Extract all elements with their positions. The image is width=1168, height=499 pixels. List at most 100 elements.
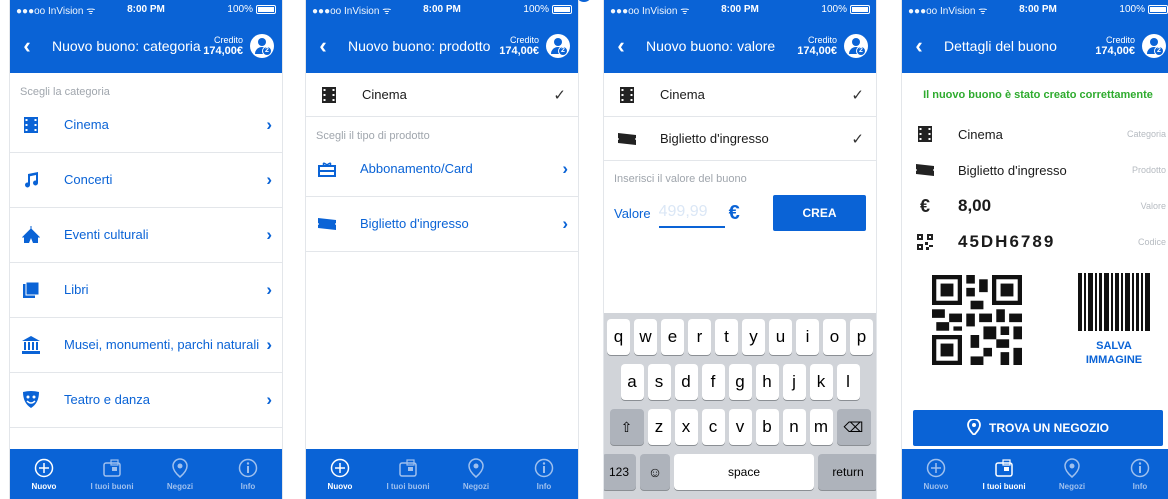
keyboard-row-4: 123 ☺ space return [604, 454, 876, 490]
key-j[interactable]: j [782, 364, 806, 400]
tab-label: Info [1132, 482, 1148, 491]
backspace-icon[interactable]: ⌫ [836, 409, 871, 445]
key-f[interactable]: f [701, 364, 725, 400]
category-item-cinema[interactable]: Cinema › [10, 98, 282, 153]
value-input[interactable] [658, 198, 725, 228]
key-w[interactable]: w [634, 319, 657, 355]
key-z[interactable]: z [647, 409, 671, 445]
tab-i-tuoi-buoni[interactable]: I tuoi buoni [374, 449, 442, 499]
account-icon[interactable]: 2 [1142, 34, 1166, 58]
value-entry-line: Valore € CREA [614, 195, 866, 231]
film-icon [22, 116, 40, 134]
account-icon[interactable]: 2 [250, 34, 274, 58]
shift-icon[interactable]: ⇧ [609, 409, 644, 445]
key-e[interactable]: e [661, 319, 684, 355]
status-carrier: ●●●oo InVision ᯤ [16, 5, 96, 17]
key-y[interactable]: y [742, 319, 765, 355]
key-d[interactable]: d [674, 364, 698, 400]
tab-nuovo[interactable]: Nuovo [902, 449, 970, 499]
key-h[interactable]: h [755, 364, 779, 400]
account-icon[interactable]: 2 [546, 34, 570, 58]
category-item-libri[interactable]: Libri › [10, 263, 282, 318]
detail-value: Biglietto d'ingresso [958, 162, 1067, 178]
tab-negozi[interactable]: Negozi [442, 449, 510, 499]
key-b[interactable]: b [755, 409, 779, 445]
status-bar: ●●●oo InVision ᯤ 8:00 PM 100% [306, 0, 578, 19]
tab-label: I tuoi buoni [982, 482, 1026, 491]
key-a[interactable]: a [620, 364, 644, 400]
tab-nuovo[interactable]: Nuovo [10, 449, 78, 499]
selected-category-label: Cinema [660, 87, 705, 102]
wallet-icon [397, 457, 419, 479]
key-t[interactable]: t [715, 319, 738, 355]
list-item-label: Concerti [64, 172, 113, 188]
plus-circle-icon [33, 457, 55, 479]
key-r[interactable]: r [688, 319, 711, 355]
key-o[interactable]: o [823, 319, 846, 355]
save-image-button[interactable]: SALVA IMMAGINE [1086, 339, 1142, 368]
museum-icon [22, 336, 40, 354]
account-badge: 2 [1154, 46, 1164, 56]
emoji-icon[interactable]: ☺ [640, 454, 670, 490]
tab-nuovo[interactable]: Nuovo [306, 449, 374, 499]
product-item-abbonamento[interactable]: Abbonamento/Card › [306, 142, 578, 197]
key-u[interactable]: u [769, 319, 792, 355]
key-c[interactable]: c [701, 409, 725, 445]
key-return[interactable]: return [818, 454, 876, 490]
battery-icon [552, 5, 572, 14]
key-space[interactable]: space [674, 454, 814, 490]
selected-category-row[interactable]: Cinema ✓ [604, 73, 876, 117]
back-chevron-icon[interactable]: ‹ [312, 31, 334, 61]
find-shop-button[interactable]: TROVA UN NEGOZIO [913, 410, 1163, 446]
back-chevron-icon[interactable]: ‹ [16, 31, 38, 61]
value-hint: Inserisci il valore del buono [614, 173, 747, 185]
crea-button[interactable]: CREA [773, 195, 866, 231]
selected-category-row[interactable]: Cinema ✓ [306, 73, 578, 117]
category-item-concerti[interactable]: Concerti › [10, 153, 282, 208]
tab-bar: Nuovo I tuoi buoni Negozi Info [902, 449, 1168, 499]
account-icon[interactable]: 2 [844, 34, 868, 58]
detail-key: Codice [1137, 237, 1166, 247]
key-q[interactable]: q [607, 319, 630, 355]
selected-product-row[interactable]: Biglietto d'ingresso ✓ [604, 117, 876, 161]
battery-percent: 100% [523, 4, 549, 15]
tab-negozi[interactable]: Negozi [146, 449, 214, 499]
status-bar: ●●●oo InVision ᯤ 8:00 PM 100% [604, 0, 876, 19]
back-chevron-icon[interactable]: ‹ [908, 31, 930, 61]
detail-value: 8,00 [958, 196, 992, 215]
back-chevron-icon[interactable]: ‹ [610, 31, 632, 61]
tab-info[interactable]: Info [510, 449, 578, 499]
tab-negozi[interactable]: Negozi [1038, 449, 1106, 499]
credit-balance: Credito 174,00€ [797, 35, 837, 57]
key-123[interactable]: 123 [604, 454, 636, 490]
tab-i-tuoi-buoni[interactable]: I tuoi buoni [970, 449, 1038, 499]
account-badge: 2 [262, 46, 272, 56]
key-m[interactable]: m [809, 409, 833, 445]
detail-row-categoria: Cinema Categoria [902, 116, 1168, 152]
status-battery: 100% [227, 4, 276, 15]
key-k[interactable]: k [809, 364, 833, 400]
key-s[interactable]: s [647, 364, 671, 400]
category-item-musei[interactable]: Musei, monumenti, parchi naturali › [10, 318, 282, 373]
category-item-teatro[interactable]: Teatro e danza › [10, 373, 282, 428]
tab-info[interactable]: Info [1106, 449, 1168, 499]
plus-circle-icon [925, 457, 947, 479]
key-v[interactable]: v [728, 409, 752, 445]
key-p[interactable]: p [850, 319, 873, 355]
theater-mask-icon [22, 391, 40, 409]
key-n[interactable]: n [782, 409, 806, 445]
credit-balance: Credito 174,00€ [1095, 35, 1135, 57]
tab-label: Negozi [462, 482, 490, 491]
account-badge: 2 [558, 46, 568, 56]
status-battery: 100% [821, 4, 870, 15]
key-x[interactable]: x [674, 409, 698, 445]
tab-i-tuoi-buoni[interactable]: I tuoi buoni [78, 449, 146, 499]
key-i[interactable]: i [796, 319, 819, 355]
category-item-eventi-culturali[interactable]: Eventi culturali › [10, 208, 282, 263]
nav-bar: ‹ Nuovo buono: prodotto Credito 174,00€ … [306, 19, 578, 73]
key-l[interactable]: l [836, 364, 860, 400]
product-item-biglietto[interactable]: Biglietto d'ingresso › [306, 197, 578, 252]
tab-label: I tuoi buoni [90, 482, 134, 491]
key-g[interactable]: g [728, 364, 752, 400]
tab-info[interactable]: Info [214, 449, 282, 499]
